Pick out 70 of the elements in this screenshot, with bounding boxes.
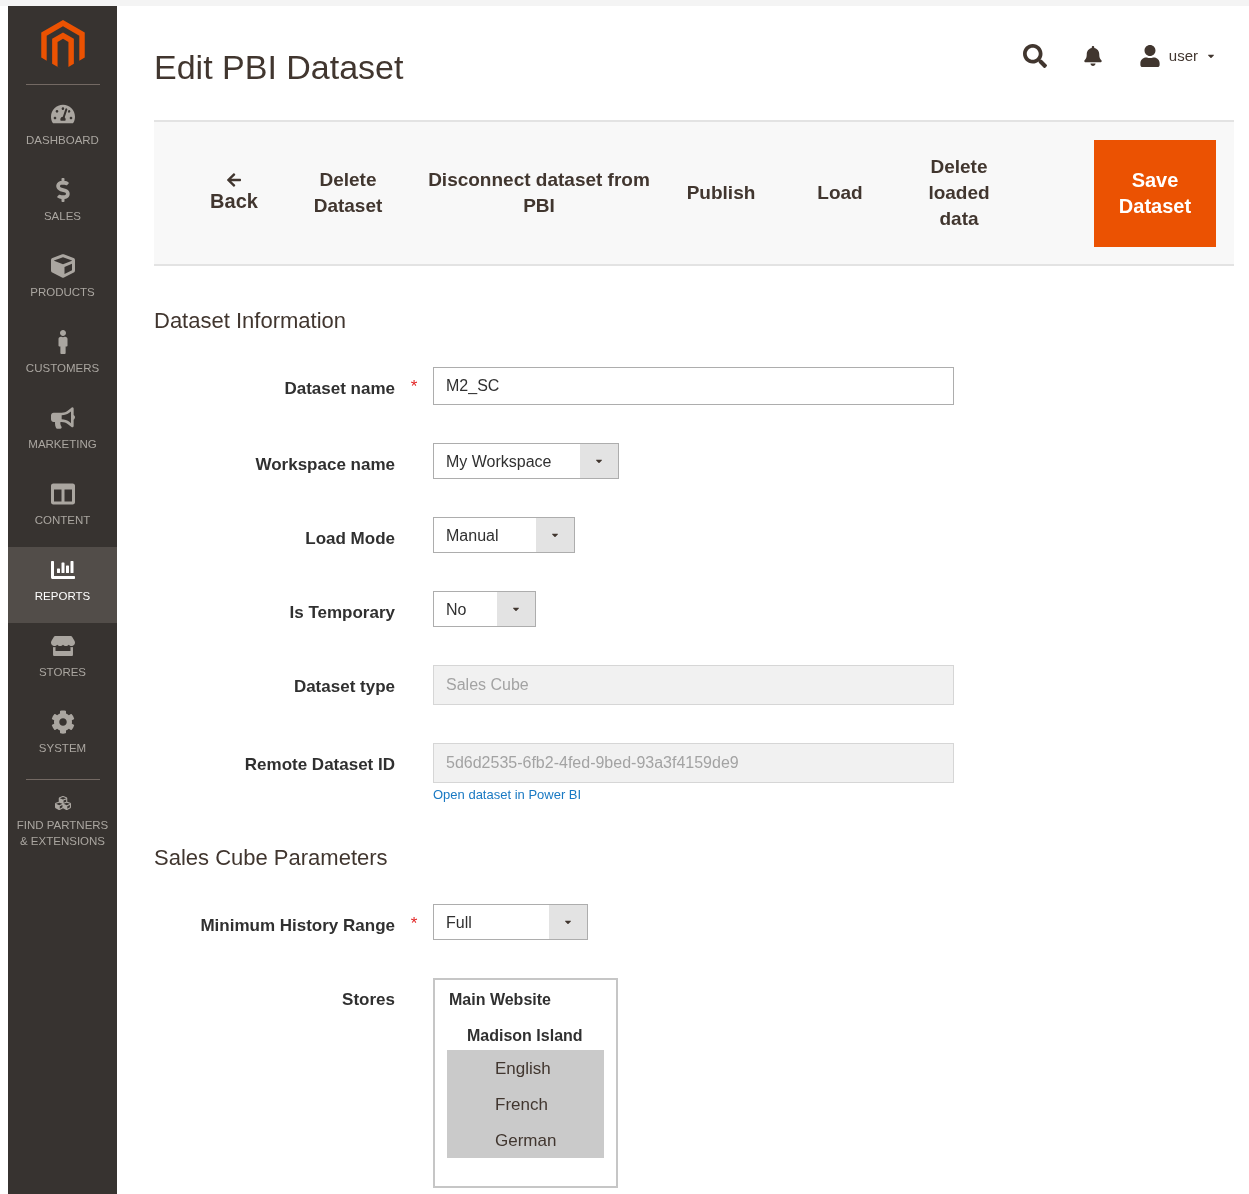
- sidebar-item[interactable]: MARKETING: [8, 395, 117, 471]
- megaphone-icon: [50, 406, 75, 430]
- section-title: Dataset Information: [154, 307, 347, 335]
- user-icon: [1138, 45, 1161, 67]
- sidebar-label: CONTENT: [33, 513, 92, 528]
- power-bi-link[interactable]: Open dataset in Power BI: [433, 785, 954, 805]
- toolbar-button[interactable]: Delete loaded data: [904, 154, 1014, 232]
- field-label: Dataset name: [283, 378, 395, 400]
- sidebar-item[interactable]: STORES: [8, 623, 117, 699]
- toolbar-button[interactable]: Publish: [666, 180, 776, 206]
- storefront-icon: [50, 634, 75, 658]
- back-button[interactable]: Back: [184, 172, 284, 214]
- required-mark: *: [410, 376, 418, 398]
- page-title: Edit PBI Dataset: [154, 47, 404, 88]
- sidebar-label: MARKETING: [27, 437, 98, 452]
- field-label: Is Temporary: [288, 602, 395, 624]
- arrow-left-icon: [226, 172, 242, 188]
- bar-chart-icon: [50, 558, 75, 582]
- dropdown-value: Manual: [445, 526, 500, 546]
- toolbar-button[interactable]: Delete Dataset: [284, 167, 412, 219]
- sidebar-label: CUSTOMERS: [24, 361, 101, 376]
- sidebar-label: FIND PARTNERS & EXTENSIONS: [15, 818, 110, 849]
- user-menu[interactable]: user: [1138, 44, 1216, 68]
- sidebar-item[interactable]: DASHBOARD: [8, 91, 117, 167]
- dropdown-value: No: [445, 600, 468, 620]
- settings-icon: [50, 710, 75, 734]
- dropdown-value: My Workspace: [445, 452, 553, 472]
- field-label: Minimum History Range: [199, 914, 395, 937]
- field-label: Stores: [341, 988, 395, 1011]
- dropdown-value: Full: [445, 912, 473, 933]
- dropdown[interactable]: No: [433, 591, 536, 627]
- field-label: Dataset type: [292, 676, 395, 698]
- sidebar-item[interactable]: PRODUCTS: [8, 243, 117, 319]
- sidebar-item[interactable]: CONTENT: [8, 471, 117, 547]
- layout-icon: [50, 482, 75, 506]
- sidebar-item[interactable]: SALES: [8, 167, 117, 243]
- save-button[interactable]: Save Dataset: [1094, 139, 1216, 247]
- required-mark: *: [410, 912, 418, 935]
- gauge-icon: [50, 102, 75, 126]
- search-icon[interactable]: [1022, 44, 1047, 68]
- store-group-label: Madison Island: [466, 1025, 584, 1046]
- user-name: user: [1168, 45, 1198, 66]
- store-option[interactable]: English: [447, 1049, 604, 1086]
- field-label: Workspace name: [254, 454, 395, 476]
- dropdown[interactable]: Full: [433, 903, 588, 940]
- text-field[interactable]: M2_SC: [433, 367, 954, 405]
- section-title: Sales Cube Parameters: [154, 843, 389, 872]
- dropdown[interactable]: Manual: [433, 517, 575, 553]
- sidebar-label: SALES: [42, 209, 83, 224]
- store-multiselect[interactable]: Main Website Madison Island English French German: [433, 977, 618, 1188]
- field-label: Remote Dataset ID: [243, 754, 395, 776]
- logo-icon: [40, 20, 85, 70]
- sidebar-item[interactable]: REPORTS: [8, 547, 117, 623]
- sidebar-item[interactable]: CUSTOMERS: [8, 319, 117, 395]
- toolbar-button[interactable]: Disconnect dataset from PBI: [412, 167, 666, 219]
- sidebar-label: REPORTS: [33, 589, 92, 604]
- sidebar-item[interactable]: FIND PARTNERS & EXTENSIONS: [8, 784, 117, 860]
- box-icon: [50, 254, 75, 278]
- field-label: Load Mode: [304, 528, 395, 550]
- bell-icon[interactable]: [1082, 46, 1103, 66]
- sidebar-label: STORES: [37, 665, 88, 680]
- store-option[interactable]: French: [447, 1085, 604, 1122]
- dropdown[interactable]: My Workspace: [433, 443, 619, 479]
- toolbar-button[interactable]: Load: [776, 180, 904, 206]
- store-option[interactable]: German: [447, 1121, 604, 1158]
- sidebar-item[interactable]: SYSTEM: [8, 699, 117, 775]
- sidebar-label: DASHBOARD: [25, 133, 100, 148]
- sidebar-label: PRODUCTS: [29, 285, 96, 300]
- sidebar-label: SYSTEM: [37, 741, 88, 756]
- website-group-label: Main Website: [448, 989, 552, 1010]
